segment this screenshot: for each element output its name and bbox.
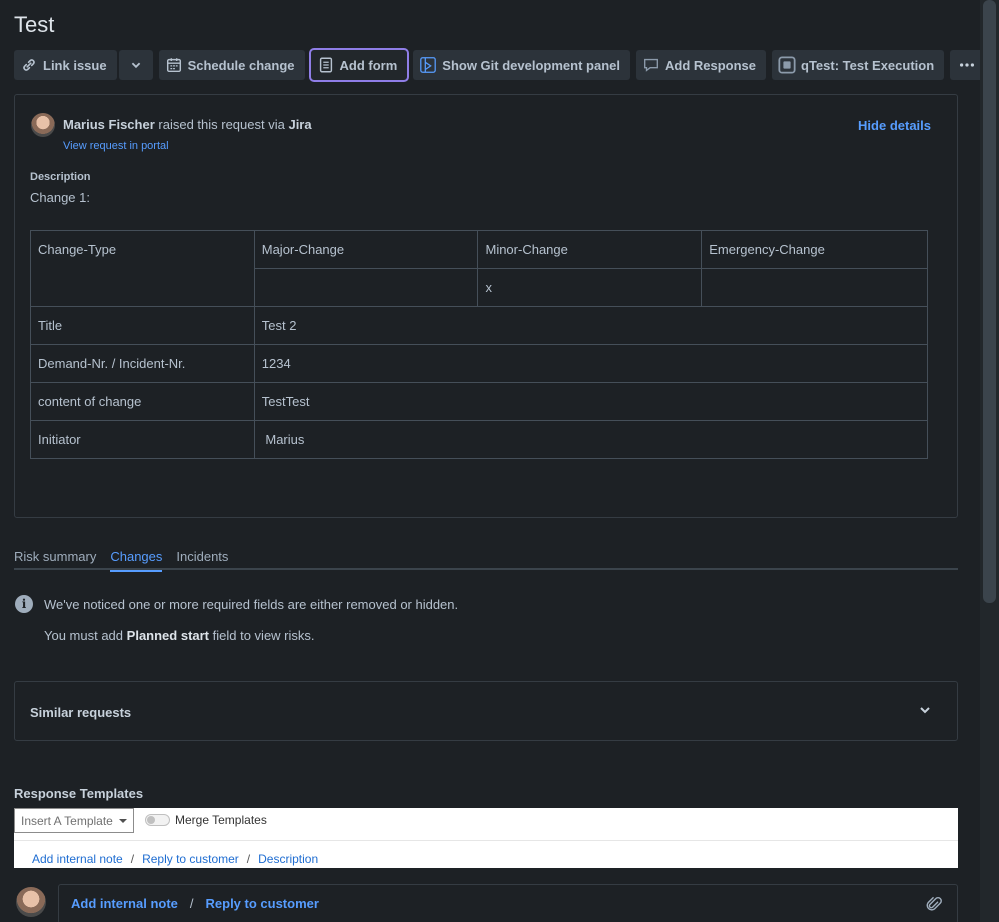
description-label: Description: [30, 171, 91, 183]
insert-template-value: Insert A Template: [21, 814, 113, 828]
table-row: Demand-Nr. / Incident-Nr. 1234: [31, 345, 928, 383]
table-cell: [254, 269, 478, 307]
qtest-label: qTest: Test Execution: [801, 58, 934, 73]
form-icon: [317, 56, 335, 74]
git-panel-icon: [419, 56, 437, 74]
change-table: Change-Type Major-Change Minor-Change Em…: [30, 230, 928, 459]
page-title: Test: [14, 12, 54, 38]
schedule-change-button[interactable]: Schedule change: [159, 50, 305, 80]
response-templates-panel: Insert A Template Merge Templates Add in…: [14, 808, 958, 868]
calendar-icon: [165, 56, 183, 74]
table-cell: Initiator: [31, 421, 255, 459]
chevron-down-icon[interactable]: [919, 704, 931, 716]
notice-hint-field: Planned start: [127, 628, 209, 643]
composer-links: Add internal note/Reply to customer: [71, 896, 319, 911]
add-form-button[interactable]: Add form: [311, 50, 408, 80]
qtest-execution-button[interactable]: qTest: Test Execution: [772, 50, 944, 80]
request-details-panel: Marius Fischer raised this request via J…: [14, 94, 958, 518]
merge-templates-label: Merge Templates: [175, 813, 267, 827]
notice-text: We've noticed one or more required field…: [44, 597, 458, 612]
table-cell: Marius: [254, 421, 927, 459]
similar-requests-label: Similar requests: [30, 705, 131, 720]
add-response-button[interactable]: Add Response: [636, 50, 766, 80]
toolbar: Link issue Schedule change Add form Show…: [14, 50, 984, 80]
hide-details-button[interactable]: Hide details: [858, 118, 931, 133]
template-reply-to-customer-link[interactable]: Reply to customer: [142, 852, 239, 866]
table-row: Title Test 2: [31, 307, 928, 345]
avatar: [16, 887, 46, 917]
more-icon: [958, 56, 976, 74]
table-cell: Emergency-Change: [702, 231, 928, 269]
table-cell: 1234: [254, 345, 927, 383]
similar-requests-panel[interactable]: Similar requests: [14, 681, 958, 741]
table-cell: Minor-Change: [478, 231, 702, 269]
notice-hint: You must add Planned start field to view…: [44, 628, 315, 643]
table-cell: Demand-Nr. / Incident-Nr.: [31, 345, 255, 383]
template-description-link[interactable]: Description: [258, 852, 318, 866]
link-issue-button[interactable]: Link issue: [14, 50, 117, 80]
paperclip-icon[interactable]: [925, 895, 943, 913]
template-add-internal-note-link[interactable]: Add internal note: [32, 852, 123, 866]
show-git-panel-button[interactable]: Show Git development panel: [413, 50, 630, 80]
avatar: [31, 113, 55, 137]
author-name[interactable]: Marius Fischer: [63, 117, 155, 132]
comment-composer[interactable]: Add internal note/Reply to customer: [58, 884, 958, 922]
page-scrollbar[interactable]: [980, 0, 999, 922]
view-in-portal-link[interactable]: View request in portal: [63, 140, 169, 152]
table-cell: [702, 269, 928, 307]
caret-down-icon: [119, 819, 127, 823]
template-target-links: Add internal note/Reply to customer/Desc…: [32, 852, 318, 866]
chevron-down-icon: [127, 56, 145, 74]
add-response-label: Add Response: [665, 58, 756, 73]
table-cell: TestTest: [254, 383, 927, 421]
merge-templates-toggle[interactable]: [145, 814, 170, 826]
description-text: Change 1:: [30, 190, 90, 205]
response-templates-label: Response Templates: [14, 786, 143, 801]
table-cell: x: [478, 269, 702, 307]
table-cell: Test 2: [254, 307, 927, 345]
table-cell: Title: [31, 307, 255, 345]
info-icon: i: [15, 595, 33, 613]
table-cell: content of change: [31, 383, 255, 421]
insert-template-select[interactable]: Insert A Template: [14, 808, 134, 833]
link-icon: [20, 56, 38, 74]
show-git-label: Show Git development panel: [442, 58, 620, 73]
table-row: Initiator Marius: [31, 421, 928, 459]
raised-via-text: raised this request via: [158, 117, 284, 132]
add-internal-note-link[interactable]: Add internal note: [71, 896, 178, 911]
link-issue-label: Link issue: [43, 58, 107, 73]
channel-name: Jira: [288, 117, 311, 132]
tab-incidents[interactable]: Incidents: [176, 546, 228, 570]
schedule-change-label: Schedule change: [188, 58, 295, 73]
toggle-knob: [147, 816, 155, 824]
notice-hint-post: field to view risks.: [213, 628, 315, 643]
reply-to-customer-link[interactable]: Reply to customer: [206, 896, 319, 911]
table-row: content of change TestTest: [31, 383, 928, 421]
table-cell: Change-Type: [31, 231, 255, 307]
link-issue-dropdown-button[interactable]: [119, 50, 153, 80]
notice-hint-pre: You must add: [44, 628, 123, 643]
chat-bubble-icon: [642, 56, 660, 74]
qtest-icon: [778, 56, 796, 74]
tab-risk-summary[interactable]: Risk summary: [14, 546, 96, 570]
add-form-label: Add form: [340, 58, 398, 73]
request-author-line: Marius Fischer raised this request via J…: [63, 117, 312, 132]
table-cell: Major-Change: [254, 231, 478, 269]
scrollbar-thumb[interactable]: [983, 0, 996, 603]
divider: [14, 840, 958, 841]
tab-changes[interactable]: Changes: [110, 546, 162, 572]
tab-bar: Risk summary Changes Incidents: [14, 546, 958, 570]
